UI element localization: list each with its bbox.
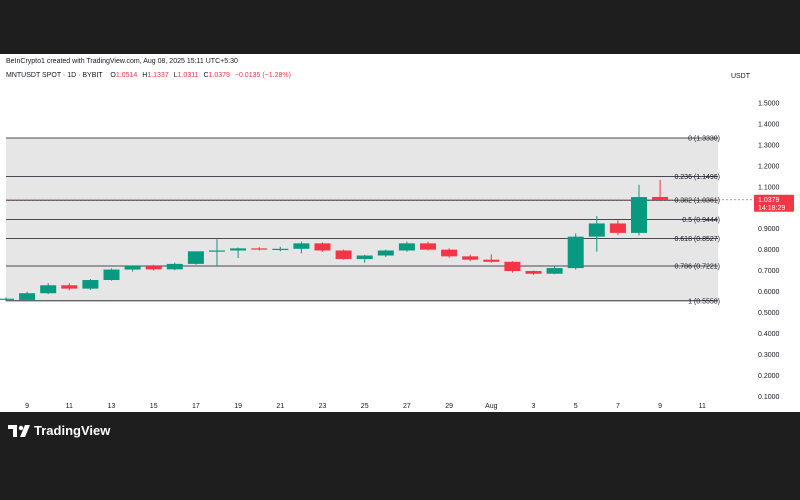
fib-label: 0.236 (1.1496) bbox=[674, 174, 720, 181]
candle-body bbox=[631, 197, 647, 233]
candle-body bbox=[209, 250, 225, 252]
time-tick-label: 3 bbox=[532, 403, 536, 410]
candle-body bbox=[609, 223, 626, 233]
candle-body bbox=[462, 256, 479, 260]
candle-body bbox=[335, 250, 352, 260]
candle-body bbox=[272, 248, 289, 251]
time-tick-label: 7 bbox=[616, 403, 620, 410]
price-tick-label: 1.2000 bbox=[758, 163, 780, 170]
candle-body bbox=[187, 251, 204, 264]
time-tick-label: Aug bbox=[485, 403, 498, 410]
fib-label: 1 (0.5558) bbox=[688, 298, 720, 305]
candle-body bbox=[314, 243, 331, 251]
fib-label: 0.786 (0.7221) bbox=[674, 263, 720, 270]
candle-body bbox=[145, 265, 162, 270]
candle-body bbox=[124, 265, 141, 270]
candle-body bbox=[398, 243, 415, 251]
price-tick-label: 0.8000 bbox=[758, 247, 780, 254]
price-tick-label: 0.9000 bbox=[758, 226, 780, 233]
candle-body bbox=[19, 293, 36, 300]
time-tick-label: 25 bbox=[361, 403, 369, 410]
price-tick-label: 1.1000 bbox=[758, 184, 780, 191]
candle-body bbox=[377, 250, 394, 256]
price-tick-label: 0.3000 bbox=[758, 352, 780, 359]
candle-body bbox=[293, 243, 310, 249]
candle-body bbox=[251, 248, 268, 250]
time-tick-label: 5 bbox=[574, 403, 578, 410]
candle-body bbox=[82, 280, 99, 289]
time-tick-label: 9 bbox=[25, 403, 29, 410]
candle-body bbox=[525, 271, 542, 274]
time-tick-label: 29 bbox=[445, 403, 453, 410]
tradingview-brand: TradingView bbox=[34, 423, 111, 438]
candle-body bbox=[356, 255, 373, 260]
candle-body bbox=[504, 261, 521, 272]
price-tick-label: 0.1000 bbox=[758, 394, 780, 401]
candle-body bbox=[441, 249, 458, 257]
tradingview-logo-icon bbox=[8, 424, 30, 437]
candle-body bbox=[0, 298, 14, 300]
price-tick-label: 0.7000 bbox=[758, 268, 780, 275]
time-tick-label: 15 bbox=[150, 403, 158, 410]
time-tick-label: 13 bbox=[108, 403, 116, 410]
candle-body bbox=[420, 243, 436, 250]
price-axis[interactable]: 1.50001.40001.30001.20001.10001.00000.90… bbox=[758, 101, 780, 401]
fib-label: 0.5 (0.9444) bbox=[682, 217, 720, 224]
fib-label: 0.618 (0.8527) bbox=[674, 236, 720, 243]
candle-body bbox=[61, 285, 78, 289]
time-tick-label: 27 bbox=[403, 403, 411, 410]
candle-body bbox=[166, 263, 183, 270]
price-tick-label: 0.5000 bbox=[758, 310, 780, 317]
current-price-value: 1.0379 bbox=[758, 197, 780, 204]
time-tick-label: 11 bbox=[699, 403, 706, 410]
price-tick-label: 0.4000 bbox=[758, 331, 780, 338]
candle-body bbox=[230, 248, 247, 251]
tradingview-logo: TradingView bbox=[8, 423, 110, 438]
time-tick-label: 23 bbox=[319, 403, 327, 410]
time-axis[interactable]: 9 11 13 15 17 19 21 23 25 27 29 Aug 3 5 7 9 11 bbox=[25, 403, 706, 410]
time-tick-label: 19 bbox=[234, 403, 242, 410]
countdown-value: 14:18:29 bbox=[758, 205, 785, 212]
price-tick-label: 0.2000 bbox=[758, 373, 780, 380]
candle-body bbox=[567, 236, 584, 269]
time-tick-label: 11 bbox=[66, 403, 73, 410]
candle-body bbox=[652, 196, 669, 200]
candle-body bbox=[483, 259, 500, 262]
candle-body bbox=[40, 285, 57, 294]
fib-label: 0 (1.3330) bbox=[688, 135, 720, 142]
time-tick-label: 21 bbox=[276, 403, 284, 410]
fib-label: 0.382 (1.0361) bbox=[674, 198, 720, 205]
price-tick-label: 1.4000 bbox=[758, 121, 780, 128]
time-tick-label: 17 bbox=[192, 403, 200, 410]
candlestick-chart[interactable]: 0 (1.3330) 0.236 (1.1496) 0.382 (1.0361) 0.… bbox=[0, 0, 800, 500]
time-tick-label: 9 bbox=[658, 403, 662, 410]
candle-body bbox=[546, 268, 563, 274]
candle-body bbox=[103, 269, 120, 281]
candle-body bbox=[588, 223, 605, 237]
price-tick-label: 1.5000 bbox=[758, 101, 780, 108]
price-tick-label: 0.6000 bbox=[758, 289, 780, 296]
price-tick-label: 1.3000 bbox=[758, 142, 780, 149]
